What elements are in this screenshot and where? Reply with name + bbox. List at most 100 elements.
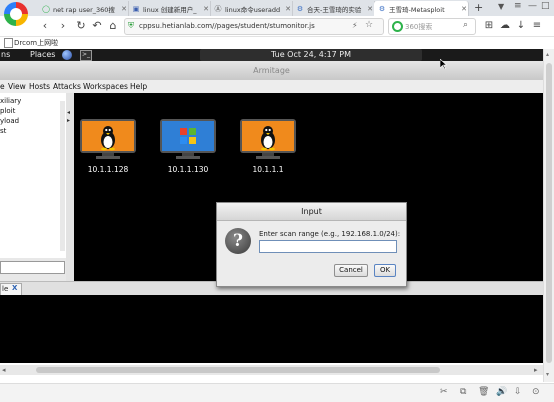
close-tab-icon[interactable]: ✕ — [284, 5, 292, 13]
menu-icon[interactable]: ≡ — [514, 1, 522, 11]
menu-help[interactable]: Help — [130, 82, 147, 91]
tab-label: 合天-王雪琦的实验 — [307, 5, 362, 14]
forward-icon[interactable]: › — [56, 19, 70, 33]
question-icon: ? — [225, 228, 251, 254]
browser-status-bar: ✂ ⧉ 🗑 🔊 ⇩ ⊙ — [0, 383, 554, 402]
360-search-icon: ◯ — [42, 4, 50, 13]
ok-button[interactable]: OK — [374, 264, 396, 277]
host-ip: 10.1.1.1 — [252, 165, 284, 174]
back-icon[interactable]: ‹ — [38, 19, 52, 33]
split-divider[interactable]: ◂ ▸ — [66, 93, 74, 281]
scroll-up-icon[interactable]: ▴ — [546, 51, 549, 58]
tree-scrollbar[interactable] — [60, 101, 65, 251]
browser-tab[interactable]: Ⓐ linux命令useradd ✕ — [210, 1, 293, 16]
browser-tab[interactable]: ⚙ 合天-王雪琦的实验 ✕ — [292, 1, 375, 16]
undo-icon[interactable]: ↶ — [90, 19, 104, 33]
collapse-left-icon[interactable]: ◂ — [67, 109, 70, 116]
windows-host-icon — [160, 119, 216, 159]
search-placeholder: 360搜索 — [405, 23, 433, 31]
close-tab-icon[interactable]: ✕ — [460, 5, 468, 13]
download-icon[interactable]: ↓ — [514, 19, 528, 33]
places-menu[interactable]: Places — [30, 50, 55, 59]
page-icon — [4, 38, 13, 48]
tab-label: 王雪琦-Metasploit — [389, 5, 445, 14]
menu-attacks[interactable]: Attacks — [53, 82, 81, 91]
star-icon[interactable]: ☆ — [365, 20, 373, 30]
horizontal-scrollbar[interactable]: ◂ ▸ — [0, 365, 543, 375]
cut-icon[interactable]: ✂ — [440, 387, 448, 397]
dialog-prompt: Enter scan range (e.g., 192.168.1.0/24): — [259, 230, 401, 238]
linux-host-icon — [80, 119, 136, 159]
menu-workspaces[interactable]: Workspaces — [83, 82, 128, 91]
tree-item-auxiliary[interactable]: xiliary — [0, 97, 21, 105]
menu-view[interactable]: View — [8, 82, 26, 91]
zoom-icon[interactable]: ⊙ — [532, 387, 540, 397]
scroll-right-icon[interactable]: ▸ — [534, 366, 538, 374]
translate-icon[interactable]: ⧉ — [460, 387, 466, 397]
page-vertical-scrollbar[interactable]: ▴ ▾ — [543, 49, 554, 382]
linux-host-icon — [240, 119, 296, 159]
shirt-icon[interactable]: ▼ — [498, 2, 504, 11]
search-icon[interactable]: ⌕ — [463, 20, 468, 30]
menu-hosts[interactable]: Hosts — [29, 82, 50, 91]
minimize-icon[interactable]: — — [528, 1, 537, 11]
hetian-icon: ⚙ — [296, 4, 304, 13]
download-icon[interactable]: ⇩ — [514, 387, 522, 397]
browser-tab-active[interactable]: ⚙ 王雪琦-Metasploit ✕ — [374, 1, 469, 16]
search-input[interactable]: 360搜索 ⌕ — [388, 18, 476, 35]
close-icon[interactable]: X — [12, 284, 17, 292]
page-icon: Ⓐ — [214, 4, 222, 13]
scan-range-dialog: Input ? Enter scan range (e.g., 192.168.… — [216, 202, 407, 287]
browser-launcher-icon[interactable] — [62, 50, 72, 60]
sound-icon[interactable]: 🔊 — [496, 387, 507, 397]
scroll-down-icon[interactable]: ▾ — [546, 371, 549, 378]
browser-tab[interactable]: ◯ net rap user_360搜 ✕ — [38, 1, 129, 16]
close-tab-icon[interactable]: ✕ — [366, 5, 374, 13]
home-icon[interactable]: ⌂ — [106, 19, 120, 33]
reload-icon[interactable]: ↻ — [74, 19, 88, 33]
browser-tab[interactable]: ▣ linux 创建新用户_ ✕ — [128, 1, 211, 16]
url-text: cppsu.hetianlab.com//pages/student/stumo… — [139, 22, 315, 30]
desktop-top-panel: ns Places >_ Tue Oct 24, 4:17 PM — [0, 49, 543, 61]
new-tab-button[interactable]: + — [474, 1, 483, 14]
tab-label: linux 创建新用户_ — [143, 5, 197, 14]
browser-toolbar: ‹ › ↻ ↶ ⌂ ⛨ cppsu.hetianlab.com//pages/s… — [0, 16, 554, 37]
console-output[interactable] — [0, 295, 543, 363]
scan-range-input[interactable] — [259, 240, 397, 253]
grid-icon[interactable]: ⊞ — [482, 19, 496, 33]
module-search-input[interactable] — [0, 261, 65, 274]
address-bar[interactable]: ⛨ cppsu.hetianlab.com//pages/student/stu… — [124, 18, 384, 35]
armitage-menubar: e View Hosts Attacks Workspaces Help — [0, 80, 543, 94]
cloud-icon[interactable]: ☁ — [498, 19, 512, 33]
tree-item-post[interactable]: st — [0, 127, 6, 135]
scroll-thumb[interactable] — [546, 63, 552, 363]
360-browser-logo[interactable] — [4, 2, 28, 26]
shield-icon: ⛨ — [128, 21, 134, 30]
menu-armitage[interactable]: e — [0, 82, 5, 91]
applications-menu[interactable]: ns — [1, 50, 10, 59]
tree-item-exploit[interactable]: ploit — [0, 107, 15, 115]
browser-tab-bar: ◯ net rap user_360搜 ✕ ▣ linux 创建新用户_ ✕ Ⓐ… — [0, 0, 554, 26]
scroll-thumb[interactable] — [36, 367, 440, 373]
browser-menu-icon[interactable]: ≡ — [530, 19, 544, 33]
scroll-left-icon[interactable]: ◂ — [2, 366, 6, 374]
tree-item-payload[interactable]: yload — [0, 117, 19, 125]
lightning-icon[interactable]: ⚡ — [352, 21, 358, 30]
window-title: Armitage — [253, 66, 290, 75]
bookmark-item[interactable]: Drcom上网啦 — [14, 38, 58, 48]
360-search-icon — [392, 21, 403, 32]
close-tab-icon[interactable]: ✕ — [202, 5, 210, 13]
armitage-titlebar: Armitage — [0, 61, 543, 80]
hetian-icon: ⚙ — [378, 4, 386, 13]
cancel-button[interactable]: Cancel — [334, 264, 368, 277]
clock[interactable]: Tue Oct 24, 4:17 PM — [200, 49, 422, 61]
module-tree: xiliary ploit yload st — [0, 93, 67, 258]
maximize-icon[interactable]: □ — [541, 1, 550, 11]
page-icon: ▣ — [132, 4, 140, 13]
terminal-icon[interactable]: >_ — [80, 50, 92, 61]
close-tab-icon[interactable]: ✕ — [120, 5, 128, 13]
host-ip: 10.1.1.130 — [167, 165, 209, 174]
collapse-right-icon[interactable]: ▸ — [67, 117, 70, 124]
trash-icon[interactable]: 🗑 — [478, 387, 489, 397]
host-ip: 10.1.1.128 — [87, 165, 129, 174]
